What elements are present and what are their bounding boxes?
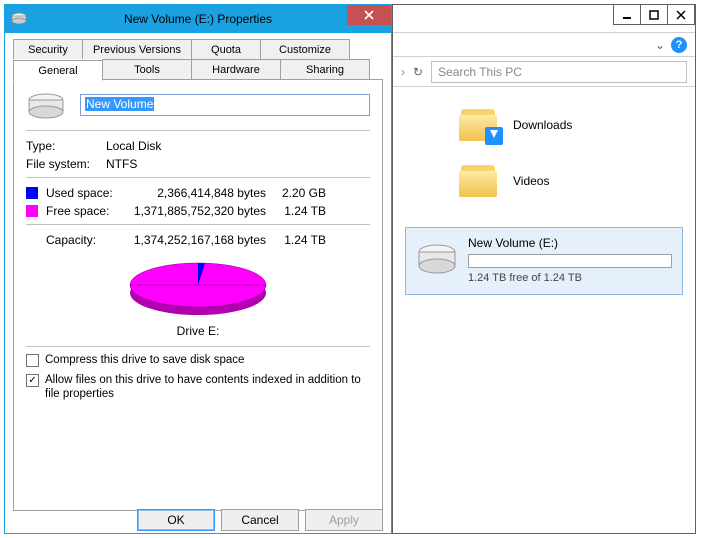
properties-dialog: New Volume (E:) Properties Security Prev… <box>4 4 392 534</box>
tab-quota[interactable]: Quota <box>191 39 261 59</box>
maximize-button[interactable] <box>640 5 668 25</box>
used-bytes: 2,366,414,848 bytes <box>126 186 266 200</box>
capacity-human: 1.24 TB <box>266 233 326 247</box>
capacity-bytes: 1,374,252,167,168 bytes <box>126 233 266 247</box>
index-checkbox[interactable] <box>26 374 39 387</box>
dialog-title: New Volume (E:) Properties <box>33 12 391 26</box>
tab-general[interactable]: General <box>13 60 103 81</box>
explorer-titlebar[interactable] <box>393 5 695 33</box>
tab-tools[interactable]: Tools <box>102 59 192 79</box>
folder-icon <box>459 163 501 199</box>
folder-item-videos[interactable]: Videos <box>399 153 689 209</box>
type-value: Local Disk <box>106 139 161 153</box>
drive-usage-bar <box>468 254 672 268</box>
tab-hardware[interactable]: Hardware <box>191 59 281 79</box>
folder-label: Videos <box>513 174 549 188</box>
tab-previous-versions[interactable]: Previous Versions <box>82 39 192 59</box>
ok-button[interactable]: OK <box>137 509 215 531</box>
folder-icon <box>459 107 501 143</box>
drive-icon <box>416 240 458 276</box>
refresh-button[interactable]: ↻ <box>413 65 423 79</box>
folder-item-downloads[interactable]: Downloads <box>399 97 689 153</box>
minimize-button[interactable] <box>613 5 641 25</box>
compress-checkbox[interactable] <box>26 354 39 367</box>
compress-label: Compress this drive to save disk space <box>45 353 244 367</box>
explorer-window: ⌄ ? › ↻ Search This PC Downloads Videos … <box>392 4 696 534</box>
drive-name: New Volume (E:) <box>468 236 672 250</box>
dialog-titlebar[interactable]: New Volume (E:) Properties <box>5 5 391 33</box>
filesystem-value: NTFS <box>106 157 137 171</box>
tab-customize[interactable]: Customize <box>260 39 350 59</box>
drive-icon <box>26 90 66 120</box>
usage-pie-chart <box>123 257 273 319</box>
close-button[interactable] <box>347 5 391 25</box>
drive-free-text: 1.24 TB free of 1.24 TB <box>468 272 672 284</box>
chevron-down-icon[interactable]: ⌄ <box>655 38 665 52</box>
close-button[interactable] <box>667 5 695 25</box>
drive-letter-label: Drive E: <box>26 324 370 338</box>
tab-sharing[interactable]: Sharing <box>280 59 370 79</box>
tab-security[interactable]: Security <box>13 39 83 59</box>
apply-button[interactable]: Apply <box>305 509 383 531</box>
help-icon[interactable]: ? <box>671 37 687 53</box>
drive-icon <box>5 12 33 27</box>
used-swatch <box>26 187 38 199</box>
free-label: Free space: <box>46 204 126 218</box>
drive-item-selected[interactable]: New Volume (E:) 1.24 TB free of 1.24 TB <box>405 227 683 295</box>
folder-label: Downloads <box>513 118 572 132</box>
volume-name-input[interactable]: New Volume <box>80 94 370 116</box>
tab-content-general: New Volume Type:Local Disk File system:N… <box>13 79 383 511</box>
capacity-label: Capacity: <box>26 233 126 247</box>
search-input[interactable]: Search This PC <box>431 61 687 83</box>
filesystem-label: File system: <box>26 157 106 171</box>
used-label: Used space: <box>46 186 126 200</box>
used-human: 2.20 GB <box>266 186 326 200</box>
breadcrumb-chevron-icon[interactable]: › <box>401 65 405 79</box>
free-bytes: 1,371,885,752,320 bytes <box>126 204 266 218</box>
cancel-button[interactable]: Cancel <box>221 509 299 531</box>
free-swatch <box>26 205 38 217</box>
type-label: Type: <box>26 139 106 153</box>
index-label: Allow files on this drive to have conten… <box>45 373 370 401</box>
free-human: 1.24 TB <box>266 204 326 218</box>
download-arrow-icon <box>485 127 503 145</box>
